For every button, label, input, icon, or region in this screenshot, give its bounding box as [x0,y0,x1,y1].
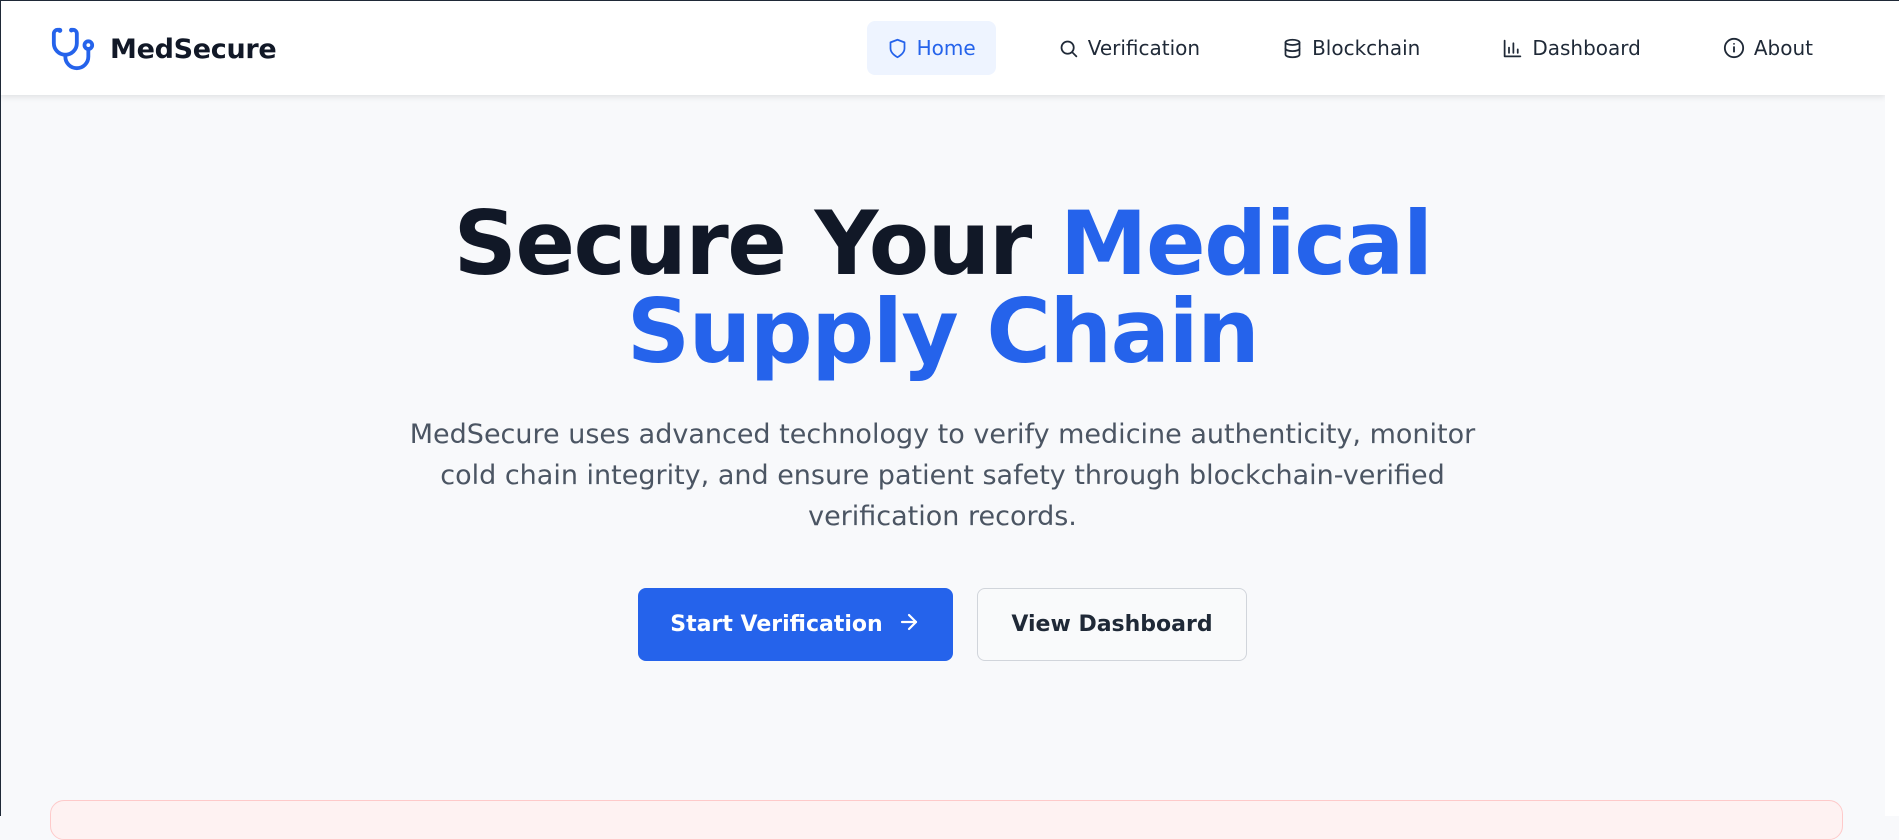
nav-item-label: Dashboard [1532,36,1641,60]
hero-title: Secure Your Medical Supply Chain [293,200,1593,376]
top-navbar: MedSecure Home Verification Blockchain D… [0,0,1885,95]
alert-banner [50,800,1843,840]
brand-name: MedSecure [110,33,277,65]
nav-item-verification[interactable]: Verification [1038,21,1220,75]
hero-subtitle: MedSecure uses advanced technology to ve… [409,419,1476,532]
hero-actions: Start Verification View Dashboard [0,588,1885,661]
start-verification-label: Start Verification [670,612,883,637]
bar-chart-icon [1502,38,1523,59]
nav-item-blockchain[interactable]: Blockchain [1262,21,1440,75]
info-icon [1723,37,1745,59]
start-verification-button[interactable]: Start Verification [638,588,953,661]
nav-item-label: Home [916,36,976,60]
brand[interactable]: MedSecure [50,26,277,72]
database-icon [1282,38,1303,59]
nav-item-label: Blockchain [1312,36,1421,60]
nav-item-label: About [1753,36,1813,60]
main-nav: Home Verification Blockchain Dashboard A… [825,21,1833,75]
search-icon [1058,38,1079,59]
nav-item-dashboard[interactable]: Dashboard [1482,21,1661,75]
nav-item-label: Verification [1087,36,1201,60]
nav-item-about[interactable]: About [1703,21,1833,75]
scrollbar-track[interactable] [1885,0,1899,816]
view-dashboard-label: View Dashboard [1011,612,1213,637]
arrow-right-icon [897,610,921,640]
nav-item-home[interactable]: Home [866,21,996,75]
view-dashboard-button[interactable]: View Dashboard [977,588,1247,661]
shield-icon [887,38,908,59]
hero-section: Secure Your Medical Supply Chain MedSecu… [0,95,1885,661]
stethoscope-icon [50,26,96,72]
